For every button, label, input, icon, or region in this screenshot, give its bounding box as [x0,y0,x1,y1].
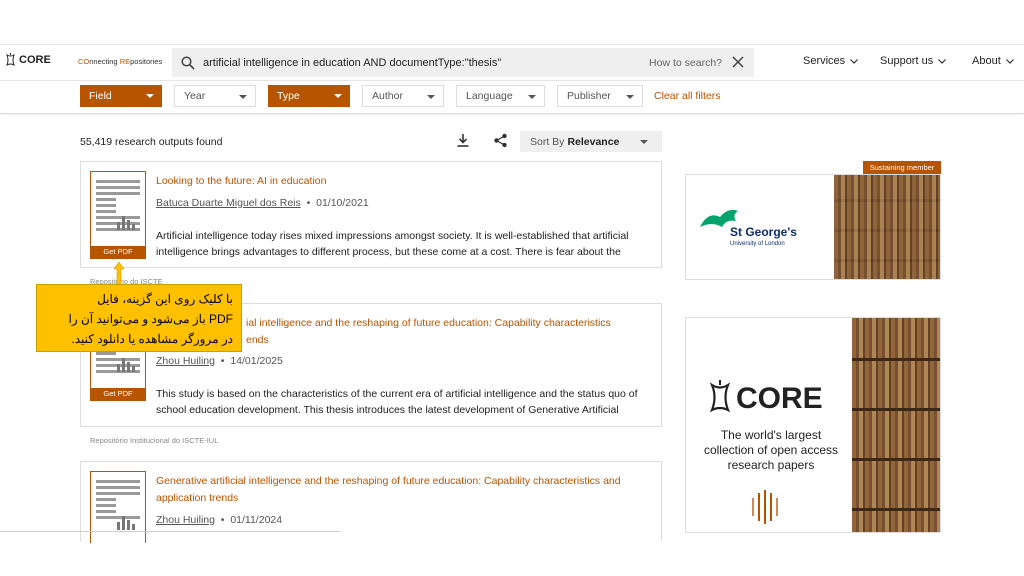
callout-arrow-icon [113,262,125,286]
filter-language[interactable]: Language [456,85,545,107]
apple-core-icon [710,380,730,413]
apple-core-icon [6,53,15,67]
divider [0,531,340,532]
clear-filters-link[interactable]: Clear all filters [654,90,721,102]
bar-chart-icon [117,354,139,372]
filter-type[interactable]: Type [268,85,350,107]
filter-publisher[interactable]: Publisher [557,85,643,107]
pdf-thumbnail[interactable]: Get PDF [90,171,146,259]
result-abstract: This study is based on the characteristi… [156,388,638,416]
search-icon [181,55,195,70]
author-link[interactable]: Batuca Duarte Miguel dos Reis [156,197,301,209]
caret-down-icon [427,95,435,99]
nav-services[interactable]: Services [803,55,859,67]
result-meta: Zhou Huiling • 14/01/2025 [156,355,283,367]
st-georges-banner[interactable]: St George's University of London [685,174,941,280]
caret-down-icon [528,95,536,99]
bookshelf-image [852,318,940,532]
caret-down-icon [626,95,634,99]
caret-down-icon [640,140,648,144]
filter-year[interactable]: Year [174,85,256,107]
author-link[interactable]: Zhou Huiling [156,514,215,526]
nav-about[interactable]: About [972,55,1014,67]
result-count: 55,419 research outputs found [80,136,223,148]
bookshelf-image [834,175,940,279]
search-bar[interactable]: artificial intelligence in education AND… [172,48,754,77]
result-title[interactable]: ial intelligence and the reshaping of fu… [246,315,646,349]
bar-chart-icon [117,512,139,530]
tagline: COnnecting REpositories [78,57,163,66]
chevron-down-icon [1005,58,1014,64]
get-pdf-button[interactable]: Get PDF [91,388,145,400]
result-title[interactable]: Generative artificial intelligence and t… [156,473,651,507]
result-meta: Zhou Huiling • 01/11/2024 [156,514,283,526]
st-georges-sub: University of London [730,241,785,247]
bar-chart-icon [117,212,139,230]
caret-down-icon [146,94,154,98]
download-icon[interactable] [456,133,470,148]
core-banner[interactable]: CORE The world's largest collection of o… [685,317,941,533]
audio-bars-icon [752,490,778,524]
top-header: CORE COnnecting REpositories artificial … [0,44,1024,80]
chevron-down-icon [850,58,859,64]
author-link[interactable]: Zhou Huiling [156,355,215,367]
core-ad-logo-text: CORE [736,382,823,415]
caret-down-icon [334,94,342,98]
result-card: Get PDF Looking to the future: AI in edu… [80,161,662,268]
close-icon[interactable] [731,55,745,69]
sort-dropdown[interactable]: Sort By Relevance [520,131,662,152]
nav-support-us[interactable]: Support us [880,55,947,67]
how-to-search-link[interactable]: How to search? [649,57,722,69]
st-georges-name: St George's [730,225,797,239]
filter-author[interactable]: Author [362,85,444,107]
share-icon[interactable] [493,133,508,148]
sustaining-member-badge: Sustaining member [863,161,941,174]
result-meta: Batuca Duarte Miguel dos Reis • 01/10/20… [156,197,369,209]
result-title[interactable]: Looking to the future: AI in education [156,173,651,190]
search-input[interactable]: artificial intelligence in education AND… [203,57,501,69]
instruction-callout: با کلیک روی این گزینه، فایل PDF باز می‌ش… [36,284,242,352]
get-pdf-button[interactable]: Get PDF [91,246,145,258]
logo-text: CORE [19,54,51,66]
chevron-down-icon [938,58,947,64]
core-logo[interactable]: CORE [6,53,51,67]
repository-label: Repositório Institucional do ISCTE-IUL [90,436,219,445]
result-abstract: Artificial intelligence today rises mixe… [156,230,629,258]
caret-down-icon [239,95,247,99]
pdf-thumbnail[interactable] [90,471,146,543]
result-card: Generative artificial intelligence and t… [80,461,662,543]
core-ad-text: The world's largest collection of open a… [703,428,839,472]
filter-field[interactable]: Field [80,85,162,107]
filter-bar: Field Year Type Author Language Publishe… [0,80,1024,114]
